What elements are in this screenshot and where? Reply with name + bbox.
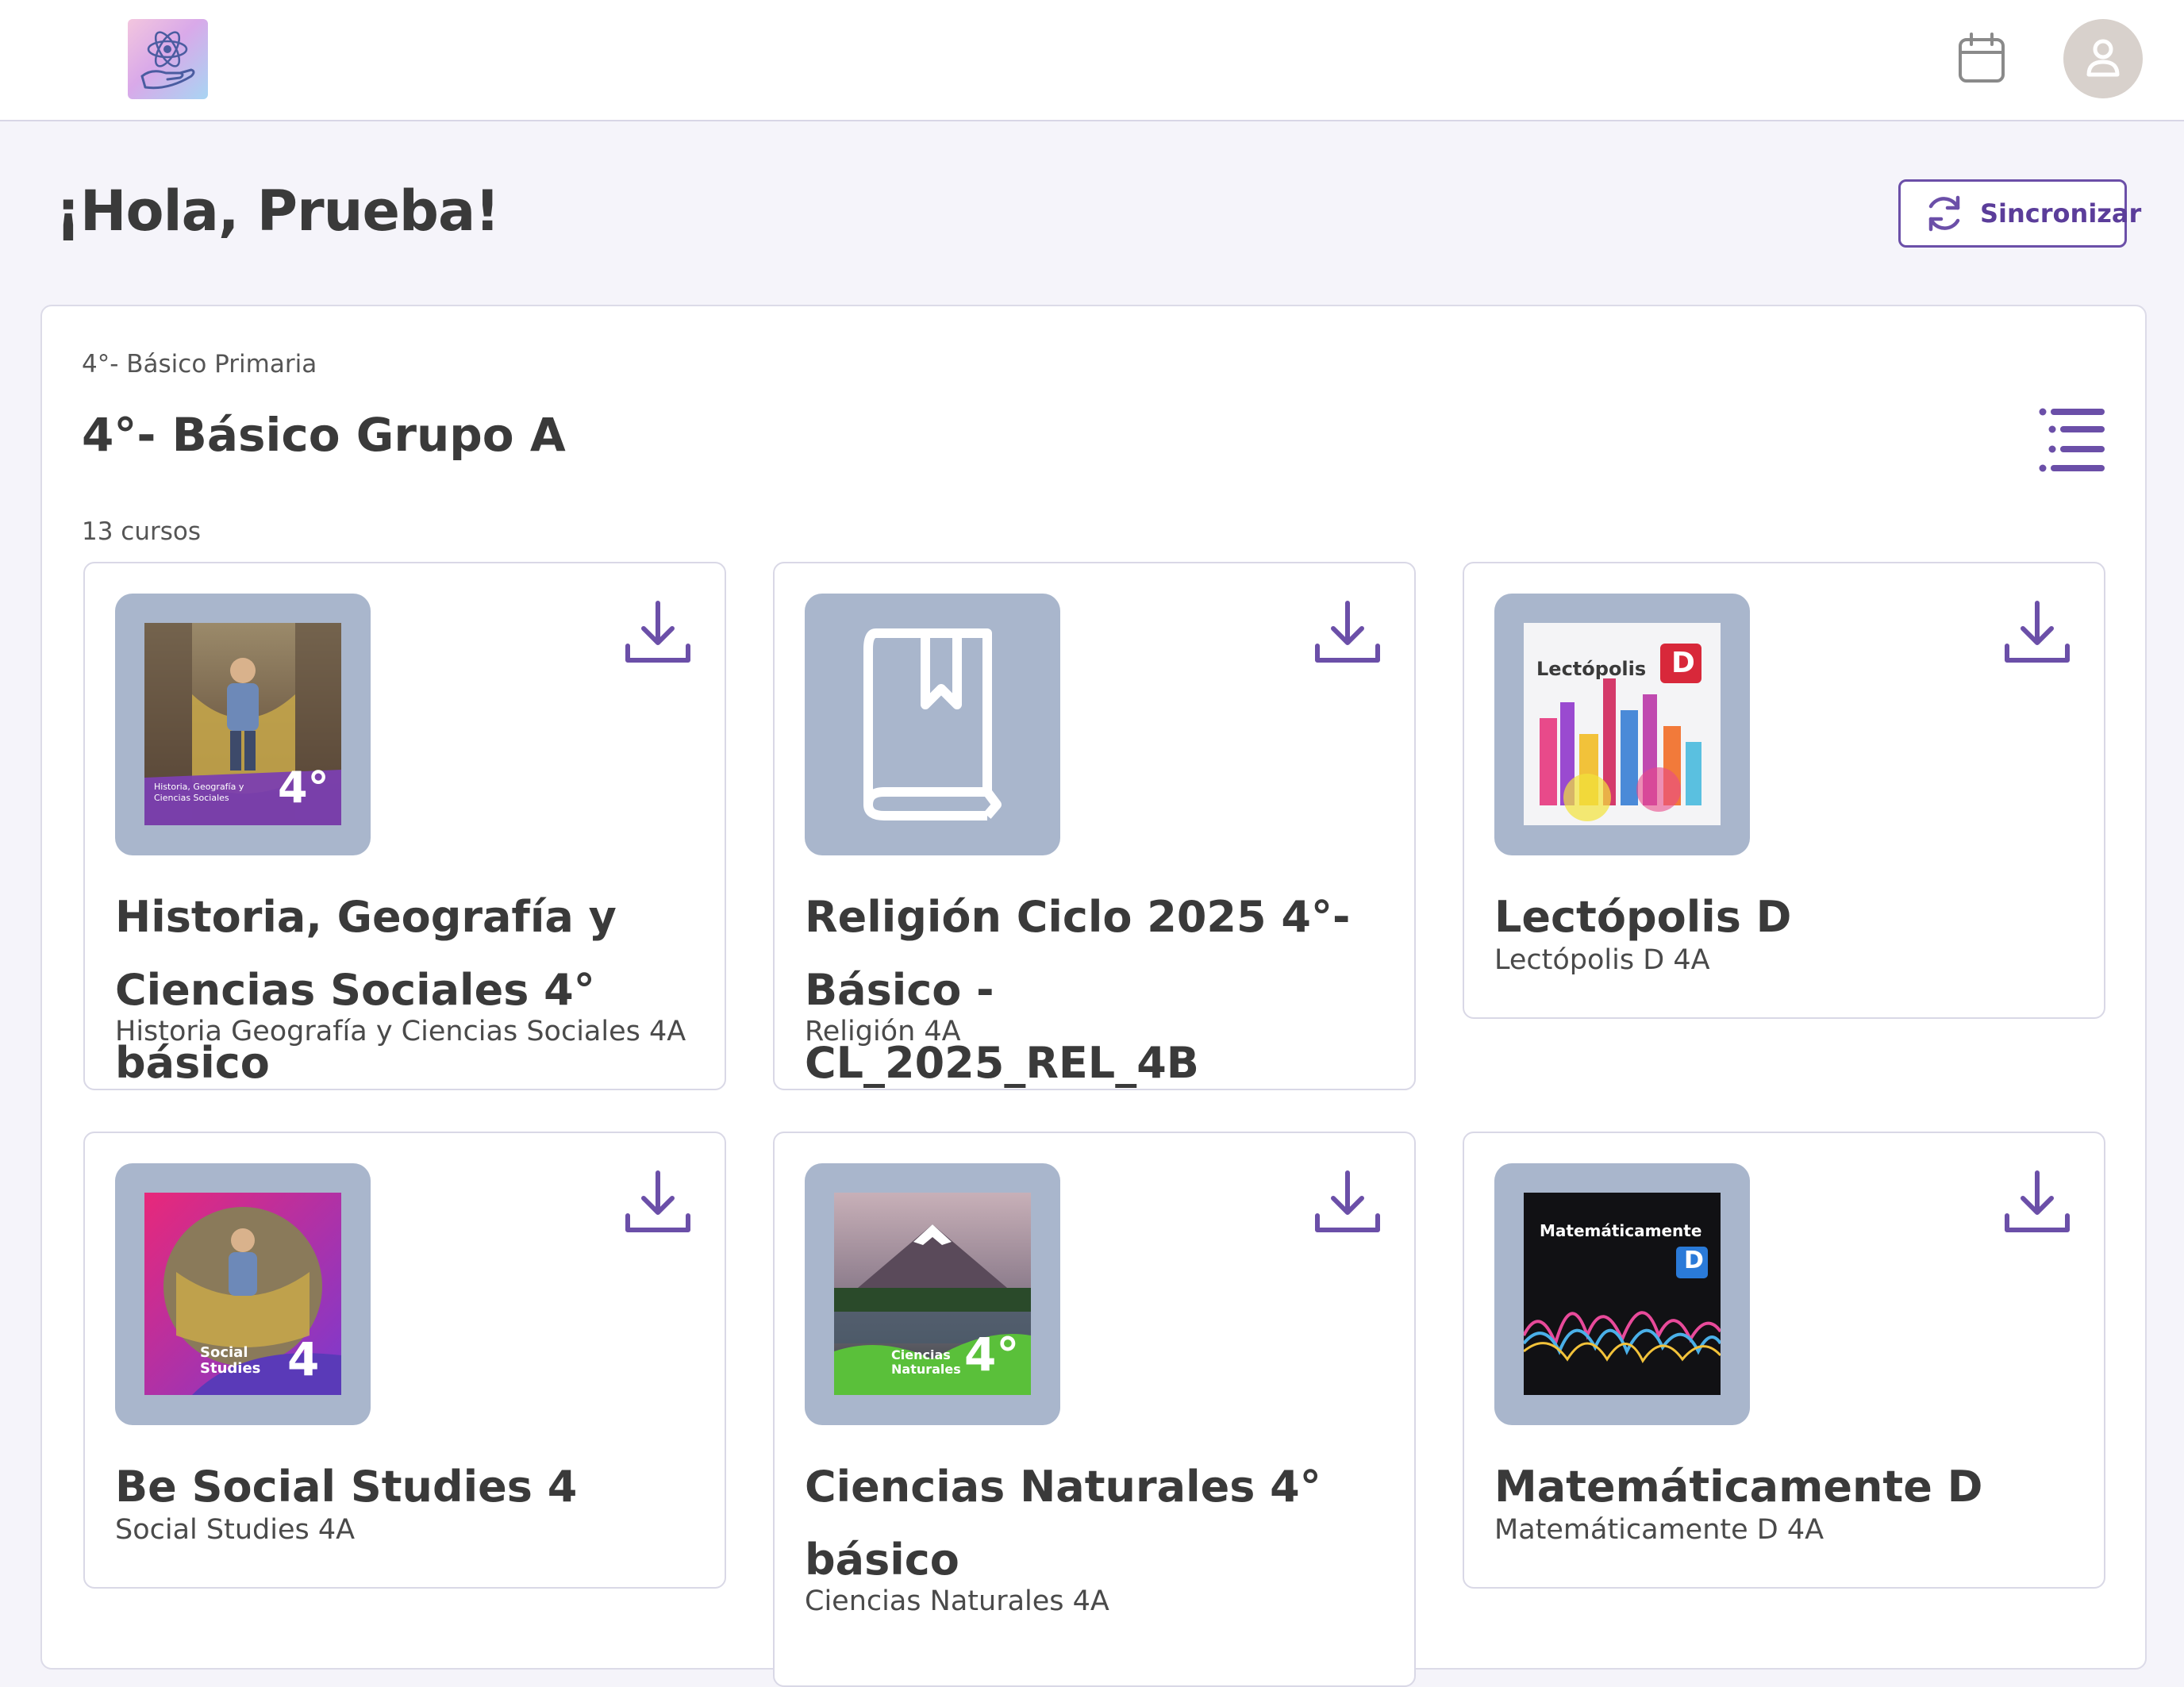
course-subtitle: Religión 4A [805,1016,961,1047]
course-thumbnail [805,594,1060,855]
download-icon[interactable] [2001,1166,2074,1239]
course-card-historia[interactable]: Historia, Geografía y Ciencias Sociales … [83,562,726,1090]
course-subtitle: Lectópolis D 4A [1494,944,1710,976]
course-card-religion[interactable]: Religión Ciclo 2025 4°- Básico - CL_2025… [773,562,1416,1090]
group-title: 4°- Básico Grupo A [82,408,566,462]
course-thumbnail: Historia, Geografía y Ciencias Sociales … [115,594,371,855]
cover-title: Ciencias Naturales [891,1347,961,1377]
course-cover-image: Matemáticamente D [1524,1193,1721,1395]
course-card-ciencias-naturales[interactable]: Ciencias Naturales 4° Ciencias Naturales… [773,1132,1416,1687]
cover-title: Matemáticamente [1540,1221,1702,1240]
course-count: 13 cursos [82,517,202,546]
cover-number: 4° [278,763,329,813]
course-thumbnail: Matemáticamente D [1494,1163,1750,1425]
course-title: Lectópolis D [1494,892,1792,942]
cover-title: Lectópolis [1536,658,1647,680]
course-thumbnail: Ciencias Naturales 4° [805,1163,1060,1425]
group-level: 4°- Básico Primaria [82,350,317,379]
course-thumbnail: Social Studies 4 [115,1163,371,1425]
course-cover-image: Historia, Geografía y Ciencias Sociales … [144,623,341,825]
download-icon[interactable] [2001,597,2074,670]
course-card-matematicamente[interactable]: Matemáticamente D Matemáticamente D Mate… [1463,1132,2105,1589]
course-cover-image: Lectópolis D [1524,623,1721,825]
download-icon[interactable] [621,597,694,670]
course-cover-image: Ciencias Naturales 4° [834,1193,1031,1395]
greeting-title: ¡Hola, Prueba! [56,179,500,244]
user-avatar-icon [2086,39,2120,77]
book-icon [863,628,1002,820]
cover-title: Historia, Geografía y Ciencias Sociales [154,782,244,803]
course-title: Be Social Studies 4 [115,1462,578,1512]
course-title: Ciencias Naturales 4° básico [805,1462,1321,1585]
group-panel: 4°- Básico Primaria 4°- Básico Grupo A 1… [40,305,2147,1687]
download-icon[interactable] [1311,1166,1384,1239]
course-title: Religión Ciclo 2025 4°- Básico - CL_2025… [805,892,1351,1088]
cover-number: 4° [964,1328,1020,1381]
cover-number: 4 [287,1332,320,1386]
course-card-social-studies[interactable]: Social Studies 4 Be Social Studies 4 Soc… [83,1132,726,1589]
calendar-icon [1959,33,2005,83]
download-icon[interactable] [621,1166,694,1239]
calendar-button[interactable] [1957,32,2006,84]
cover-title: Social Studies [200,1344,261,1377]
cover-letter: D [1684,1247,1704,1274]
cover-letter: D [1671,647,1695,679]
course-cover-image: Social Studies 4 [144,1193,341,1395]
list-icon [2039,408,2105,472]
course-card-lectopolis[interactable]: Lectópolis D Lectópolis D Lectópolis D 4… [1463,562,2105,1019]
top-bar [0,0,2184,121]
user-avatar[interactable] [2063,19,2143,98]
download-icon[interactable] [1311,597,1384,670]
sync-button[interactable]: Sincronizar [1898,179,2141,248]
app-logo[interactable] [128,19,208,99]
course-subtitle: Social Studies 4A [115,1514,356,1546]
course-title: Matemáticamente D [1494,1462,1983,1512]
sync-icon [1928,195,1960,232]
course-thumbnail: Lectópolis D [1494,594,1750,855]
course-subtitle: Ciencias Naturales 4A [805,1585,1109,1617]
sync-label: Sincronizar [1980,198,2142,229]
course-title: Historia, Geografía y Ciencias Sociales … [115,892,617,1088]
course-subtitle: Matemáticamente D 4A [1494,1514,1824,1546]
list-view-button[interactable] [2036,405,2108,476]
atom-hand-logo-icon [140,31,195,90]
course-subtitle: Historia Geografía y Ciencias Sociales 4… [115,1016,686,1047]
